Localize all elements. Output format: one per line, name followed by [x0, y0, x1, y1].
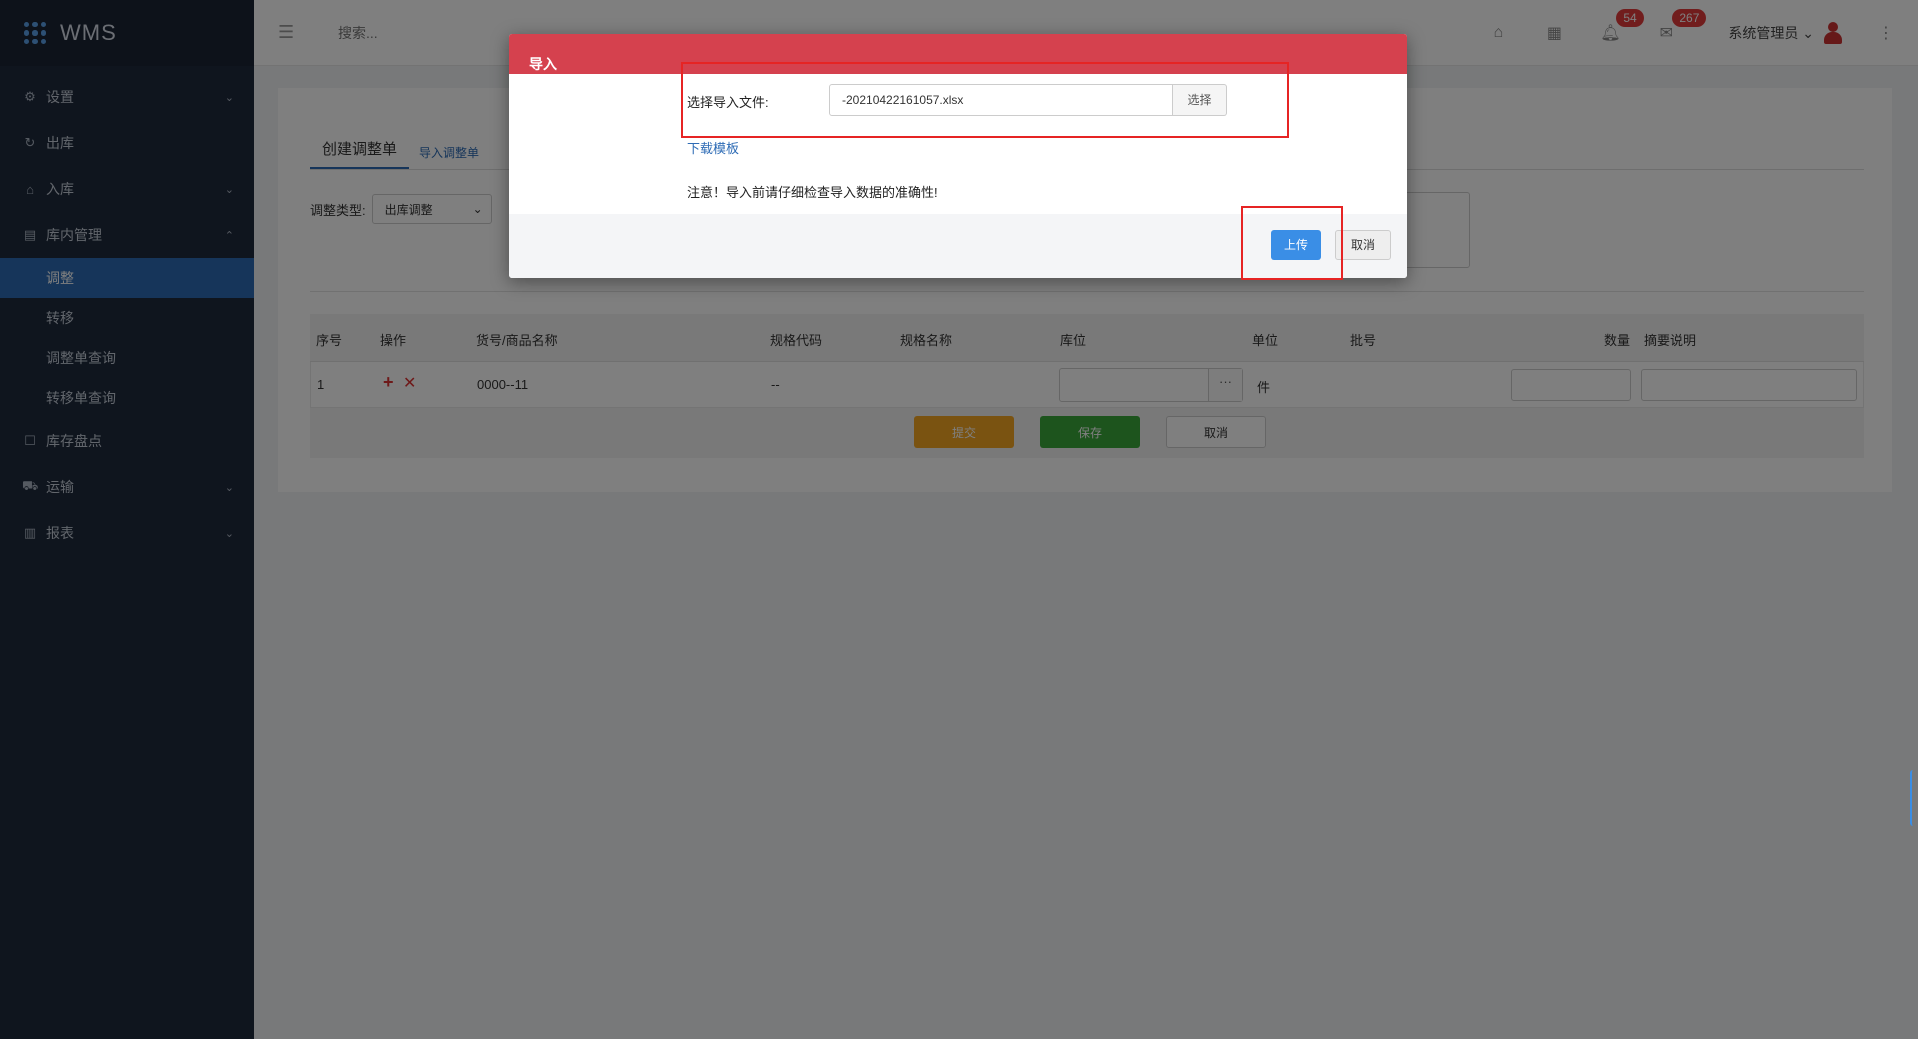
choose-file-button[interactable]: 选择 [1173, 84, 1227, 116]
scrollbar[interactable] [1910, 770, 1916, 826]
import-dialog: 导入 选择导入文件: -20210422161057.xlsx 选择 下载模板 … [509, 34, 1407, 278]
dialog-footer: 上传 取消 [509, 214, 1407, 278]
import-notice: 注意！导入前请仔细检查导入数据的准确性! [687, 185, 938, 200]
upload-button[interactable]: 上传 [1271, 230, 1321, 260]
download-template-link[interactable]: 下载模板 [687, 138, 739, 157]
file-label: 选择导入文件: [687, 95, 769, 110]
dialog-body: 选择导入文件: -20210422161057.xlsx 选择 下载模板 注意！… [509, 74, 1407, 214]
file-path-input[interactable]: -20210422161057.xlsx [829, 84, 1173, 116]
dialog-cancel-button[interactable]: 取消 [1335, 230, 1391, 260]
dialog-title: 导入 [509, 34, 1407, 74]
